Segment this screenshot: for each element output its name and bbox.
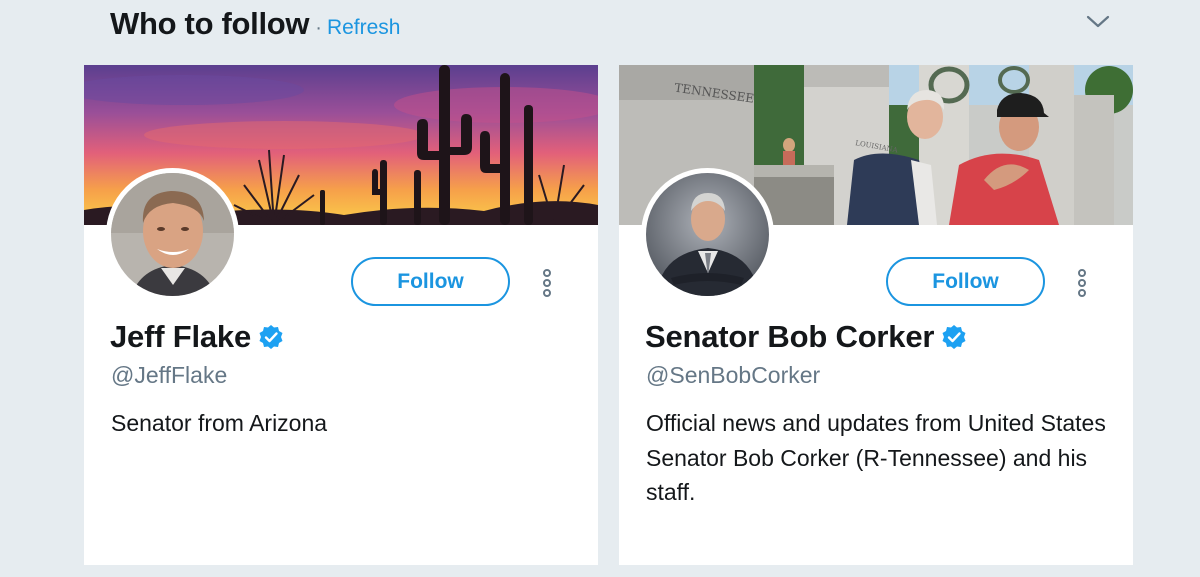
refresh-link[interactable]: Refresh bbox=[327, 16, 401, 40]
chevron-down-icon[interactable] bbox=[1086, 10, 1110, 34]
user-bio: Official news and updates from United St… bbox=[646, 410, 1106, 505]
module-title: Who to follow bbox=[110, 6, 310, 41]
user-name[interactable]: Jeff Flake bbox=[110, 319, 251, 355]
who-to-follow-header: Who to follow · Refresh bbox=[110, 6, 400, 46]
verified-badge-icon bbox=[259, 325, 283, 349]
user-card-bob-corker[interactable]: TENNESSEE LOUISIANA Follow Senator Bob C… bbox=[619, 65, 1133, 565]
user-bio: Senator from Arizona bbox=[111, 410, 328, 436]
more-options-icon[interactable] bbox=[1071, 268, 1093, 298]
header-separator: · bbox=[315, 17, 322, 39]
follow-button[interactable]: Follow bbox=[886, 257, 1045, 306]
name-row: Senator Bob Corker bbox=[645, 319, 967, 355]
name-row: Jeff Flake bbox=[110, 319, 284, 355]
avatar[interactable] bbox=[641, 168, 774, 301]
user-card-jeff-flake[interactable]: Follow Jeff Flake @JeffFlake Senator fro… bbox=[84, 65, 598, 565]
user-handle[interactable]: @SenBobCorker bbox=[646, 362, 820, 389]
follow-button[interactable]: Follow bbox=[351, 257, 510, 306]
avatar[interactable] bbox=[106, 168, 239, 301]
user-name[interactable]: Senator Bob Corker bbox=[645, 319, 934, 355]
verified-badge-icon bbox=[942, 325, 966, 349]
user-handle[interactable]: @JeffFlake bbox=[111, 362, 227, 389]
more-options-icon[interactable] bbox=[536, 268, 558, 298]
